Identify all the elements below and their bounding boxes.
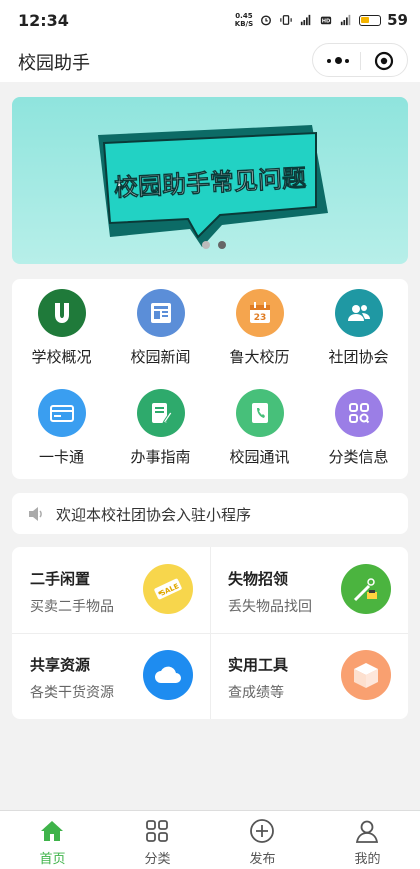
battery-level: 59 <box>387 11 408 29</box>
svg-text:HD: HD <box>322 19 331 25</box>
page-title: 校园助手 <box>18 53 90 74</box>
school-u-logo-icon <box>38 289 86 337</box>
faq-speech-bubble-graphic: 校园助手常见问题 <box>98 125 328 247</box>
network-speed: 0.45 KB/S <box>234 12 254 28</box>
cloud-icon <box>143 650 193 700</box>
grid-item-campus-card[interactable]: 一卡通 <box>12 379 111 479</box>
service-cards: 二手闲置 买卖二手物品 SALE 失物招领 丢失物品找回 共享资源 各类干货资源… <box>12 547 408 719</box>
home-icon <box>41 821 63 841</box>
signal-icon <box>340 14 351 26</box>
signal-4g-icon <box>300 14 311 26</box>
tab-publish[interactable]: 发布 <box>210 811 315 869</box>
grid-item-campus-news[interactable]: 校园新闻 <box>111 279 210 379</box>
svg-text:23: 23 <box>254 313 267 323</box>
plus-circle-icon <box>250 819 274 843</box>
carousel-dot[interactable] <box>202 241 210 249</box>
tab-category[interactable]: 分类 <box>105 811 210 869</box>
grid-item-classifieds[interactable]: 分类信息 <box>309 379 408 479</box>
grid-item-clubs[interactable]: 社团协会 <box>309 279 408 379</box>
status-time: 12:34 <box>18 11 69 30</box>
hd-icon: HD <box>320 16 332 25</box>
feature-grid: 学校概况 校园新闻 23 鲁大校历 社团协会 一卡通 办事指南 校园通讯 分类信… <box>12 279 408 479</box>
grid-category-icon <box>146 820 168 842</box>
dot-icon <box>327 59 331 63</box>
user-icon <box>355 820 379 843</box>
notice-text: 欢迎本校社团协会入驻小程序 <box>56 506 252 524</box>
nav-bar: 校园助手 <box>0 40 420 82</box>
vibrate-icon <box>280 15 292 25</box>
grid-item-directory[interactable]: 校园通讯 <box>210 379 309 479</box>
carousel-indicator <box>202 241 226 249</box>
card-lost-found[interactable]: 失物招领 丢失物品找回 <box>210 547 408 633</box>
carousel-dot-active[interactable] <box>218 241 226 249</box>
mini-program-capsule <box>312 43 408 77</box>
tab-bar: 首页 分类 发布 我的 <box>0 810 420 869</box>
guide-edit-icon <box>137 389 185 437</box>
speaker-icon <box>29 507 42 521</box>
tab-mine[interactable]: 我的 <box>315 811 420 869</box>
calendar-icon: 23 <box>236 289 284 337</box>
battery-icon <box>359 14 382 26</box>
card-shared-resources[interactable]: 共享资源 各类干货资源 <box>12 633 210 719</box>
newspaper-icon <box>137 289 185 337</box>
status-bar: 12:34 0.45 KB/S HD 59 <box>0 0 420 40</box>
banner-carousel[interactable]: 校园助手常见问题 <box>12 97 408 264</box>
dot-icon <box>345 59 349 63</box>
more-menu-button[interactable] <box>323 52 353 70</box>
alarm-icon <box>261 15 272 26</box>
tab-home[interactable]: 首页 <box>0 811 105 869</box>
category-icon <box>335 389 383 437</box>
lost-found-icon <box>341 564 391 614</box>
sale-tag-icon: SALE <box>143 564 193 614</box>
group-icon <box>335 289 383 337</box>
grid-item-guide[interactable]: 办事指南 <box>111 379 210 479</box>
card-tools[interactable]: 实用工具 查成绩等 <box>210 633 408 719</box>
close-target-icon[interactable] <box>374 51 394 71</box>
card-second-hand[interactable]: 二手闲置 买卖二手物品 SALE <box>12 547 210 633</box>
phone-book-icon <box>236 389 284 437</box>
card-icon <box>38 389 86 437</box>
box-icon <box>341 650 391 700</box>
svg-text:SALE: SALE <box>159 582 180 598</box>
grid-item-school-overview[interactable]: 学校概况 <box>12 279 111 379</box>
dot-icon <box>335 57 342 64</box>
grid-item-calendar[interactable]: 23 鲁大校历 <box>210 279 309 379</box>
notice-bar[interactable]: 欢迎本校社团协会入驻小程序 <box>12 493 408 534</box>
